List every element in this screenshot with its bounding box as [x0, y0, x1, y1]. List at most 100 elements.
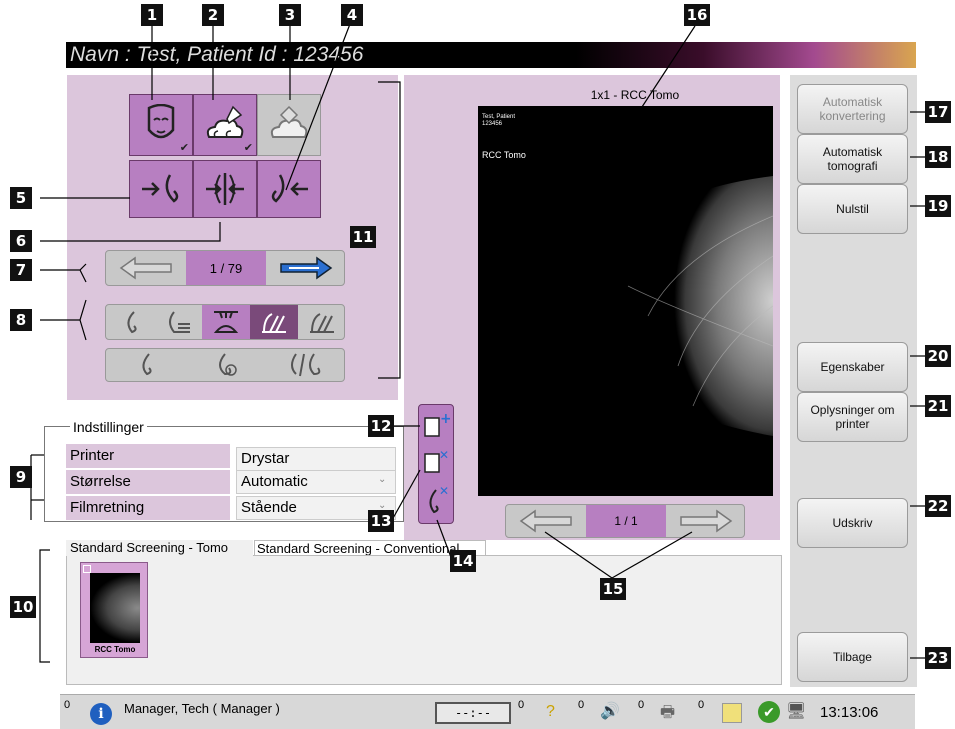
tool-single-breast[interactable]	[106, 349, 186, 381]
callout-17: 17	[925, 101, 951, 123]
next-slice-button[interactable]	[266, 251, 346, 285]
face-icon	[147, 104, 175, 139]
breast-arrow-right-icon	[142, 174, 179, 203]
image-viewport[interactable]: Test, Patient 123456 RCC Tomo	[478, 106, 773, 496]
callout-2: 2	[202, 4, 224, 26]
mammogram-image	[596, 176, 773, 436]
note-icon[interactable]	[722, 703, 742, 723]
tool-breast-marker[interactable]	[186, 349, 266, 381]
count-3: 0	[578, 699, 585, 711]
callout-8: 8	[10, 309, 32, 331]
callout-15: 15	[600, 578, 626, 600]
tool-stack-outline[interactable]	[298, 305, 346, 339]
slice-navigator: 1 / 79	[105, 250, 345, 286]
patient-titlebar: Navn : Test, Patient Id : 123456	[66, 42, 916, 68]
info-icon[interactable]: i	[90, 703, 112, 725]
callout-7: 7	[10, 259, 32, 281]
callout-11: 11	[350, 226, 376, 248]
breast-marker-icon	[219, 353, 237, 376]
clock: 13:13:06	[820, 704, 879, 721]
network-icon[interactable]: 🖥	[786, 701, 806, 721]
settings-row-size: Størrelse Automatic ⌄	[66, 470, 396, 494]
printer-field[interactable]: Drystar	[236, 447, 396, 471]
user-label: Manager, Tech ( Manager )	[124, 701, 280, 716]
thumbnail-card[interactable]: RCC Tomo	[80, 562, 148, 658]
overlay-id: 123456	[482, 121, 503, 127]
tab-tomo[interactable]: Standard Screening - Tomo	[66, 540, 253, 556]
callout-20: 20	[925, 345, 951, 367]
image-navigator: 1 / 1	[505, 504, 745, 538]
tool-breast-slices[interactable]	[154, 305, 202, 339]
delete-page-icon: ✕	[424, 448, 449, 473]
previous-image-button[interactable]	[506, 505, 586, 537]
callout-10: 10	[10, 596, 36, 618]
svg-text:✕: ✕	[439, 484, 449, 498]
callout-22: 22	[925, 495, 951, 517]
speaker-icon[interactable]: 🔊	[600, 701, 620, 721]
svg-text:✕: ✕	[439, 448, 449, 462]
image-header: 1x1 - RCC Tomo	[590, 88, 680, 102]
auto-convert-button[interactable]: Automatisk konvertering	[797, 84, 908, 134]
view-tools-row-2	[105, 348, 345, 382]
view-tools-row	[105, 304, 345, 340]
help-icon[interactable]: ?	[546, 703, 555, 721]
back-button[interactable]: Tilbage	[797, 632, 908, 682]
compare-icon	[291, 353, 321, 377]
callout-18: 18	[925, 146, 951, 168]
thumbnail-checkbox[interactable]	[83, 565, 91, 573]
callout-21: 21	[925, 395, 951, 417]
thumbnail-image	[90, 573, 140, 643]
patient-title: Navn : Test, Patient Id : 123456	[70, 43, 364, 66]
auto-tomo-button[interactable]: Automatisk tomografi	[797, 134, 908, 184]
previous-slice-button[interactable]	[106, 251, 186, 285]
delete-breast-icon: ✕	[429, 484, 449, 514]
reset-button[interactable]: Nulstil	[797, 184, 908, 234]
remove-view-button[interactable]: ✕	[422, 484, 450, 516]
size-select[interactable]: Automatic	[236, 470, 396, 494]
breast-slices-icon	[169, 311, 190, 333]
status-bar: 0 i Manager, Tech ( Manager ) --:-- 0 ? …	[60, 694, 915, 729]
ok-check-icon[interactable]: ✔	[758, 701, 780, 723]
compression-icon	[213, 311, 239, 333]
tool-compression[interactable]	[202, 305, 250, 339]
callout-19: 19	[925, 195, 951, 217]
add-page-icon: +	[424, 411, 452, 437]
remove-image-button[interactable]: ✕	[422, 448, 450, 476]
breast-outline-icon	[127, 311, 137, 334]
overlay-view: RCC Tomo	[482, 150, 526, 160]
view-left-button[interactable]	[257, 160, 321, 218]
check-icon: ✔	[179, 142, 189, 154]
callout-9: 9	[10, 466, 32, 488]
print-button[interactable]: Udskriv	[797, 498, 908, 548]
stack-outline-icon	[310, 313, 334, 333]
settings-row-orientation: Filmretning Stående ⌄	[66, 496, 396, 520]
face-mask-button[interactable]: ✔	[129, 94, 193, 156]
view-both-button[interactable]	[193, 160, 257, 218]
cloud-icon	[270, 105, 308, 138]
overlay-patient: Test, Patient	[482, 114, 516, 120]
count-5: 0	[698, 699, 705, 711]
display-box: --:--	[435, 702, 511, 724]
callout-14: 14	[450, 550, 476, 572]
tool-compare[interactable]	[266, 349, 346, 381]
cloud-edit-icon	[206, 105, 244, 138]
next-image-button[interactable]	[666, 505, 746, 537]
printer-icon[interactable]: 🖶	[660, 701, 675, 728]
tool-stack[interactable]	[250, 305, 298, 339]
breast-icon	[142, 353, 152, 376]
callout-12: 12	[368, 415, 394, 437]
tab-area	[66, 555, 782, 685]
view-right-button[interactable]	[129, 160, 193, 218]
tool-breast-outline[interactable]	[106, 305, 154, 339]
callout-4: 4	[341, 4, 363, 26]
thumbnail-label: RCC Tomo	[94, 645, 136, 654]
cloud-view-button[interactable]	[257, 94, 321, 156]
add-image-button[interactable]: +	[422, 411, 452, 440]
arrow-left-icon	[519, 509, 572, 533]
edit-cloud-button[interactable]: ✔	[193, 94, 257, 156]
settings-title: Indstillinger	[70, 419, 147, 435]
callout-16: 16	[684, 4, 710, 26]
printer-info-button[interactable]: Oplysninger om printer	[797, 392, 908, 442]
properties-button[interactable]: Egenskaber	[797, 342, 908, 392]
svg-text:+: +	[440, 412, 450, 427]
